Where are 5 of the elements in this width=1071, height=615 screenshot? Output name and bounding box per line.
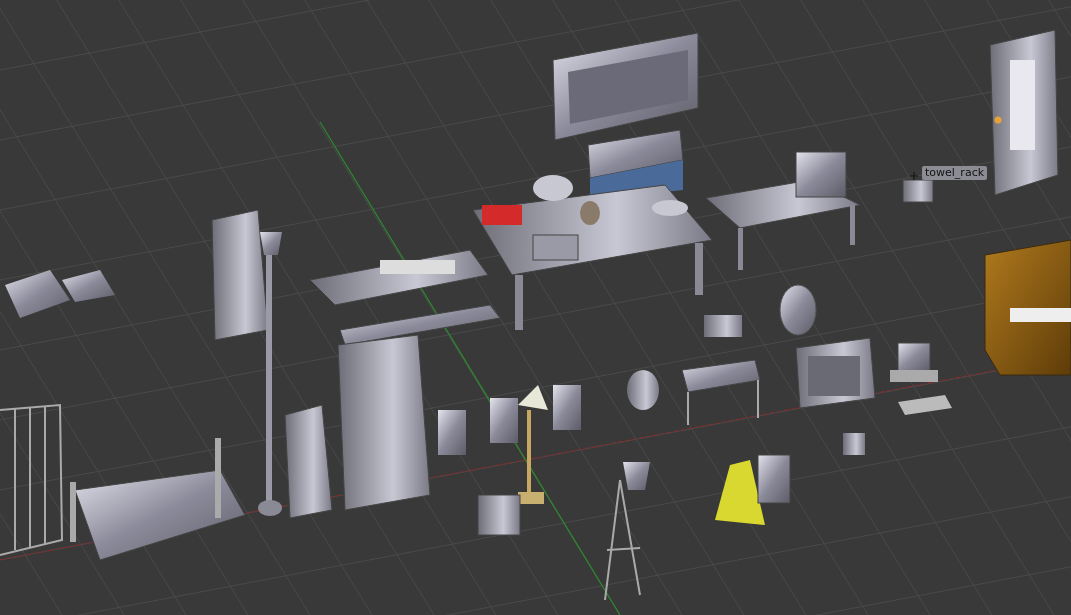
viewport[interactable]: towel_rack bbox=[0, 0, 1071, 615]
wet-floor-sign-drawing bbox=[715, 460, 765, 525]
bin-drawing bbox=[623, 462, 650, 490]
object-origin-icon bbox=[909, 171, 919, 181]
object-label: towel_rack bbox=[922, 166, 988, 180]
